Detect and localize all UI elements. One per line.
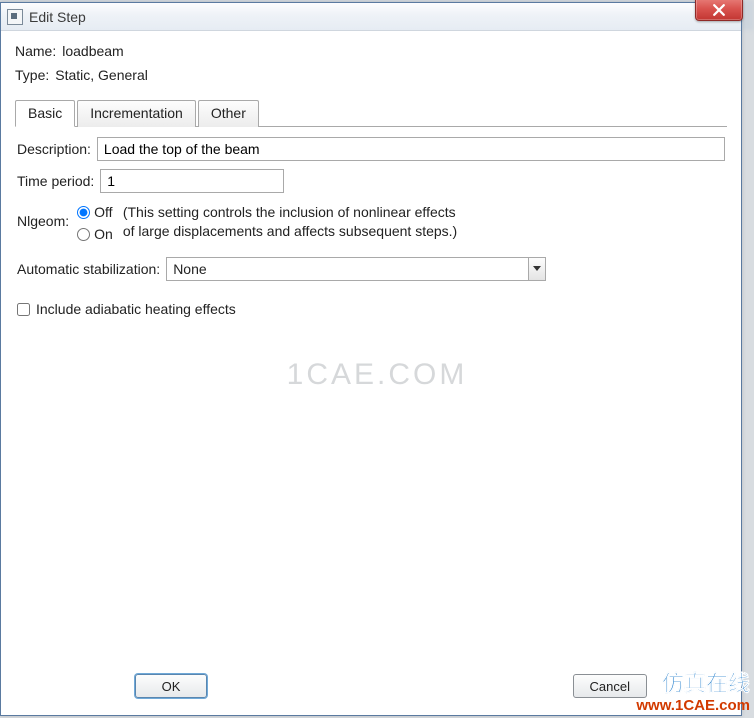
nlgeom-help-line2: of large displacements and affects subse…: [123, 222, 457, 241]
description-row: Description:: [17, 137, 725, 161]
nlgeom-on-radio[interactable]: [77, 228, 90, 241]
nlgeom-off-option[interactable]: Off: [77, 201, 113, 223]
tab-basic[interactable]: Basic: [15, 100, 75, 127]
description-label: Description:: [17, 141, 91, 157]
nlgeom-radio-group: Off On: [77, 201, 113, 245]
close-button[interactable]: [695, 0, 743, 21]
adiabatic-checkbox[interactable]: [17, 303, 30, 316]
adiabatic-label: Include adiabatic heating effects: [36, 301, 236, 317]
nlgeom-row: Nlgeom: Off On (This setting controls th…: [17, 201, 725, 245]
time-period-input[interactable]: [100, 169, 284, 193]
nlgeom-on-label: On: [94, 226, 113, 242]
adiabatic-row[interactable]: Include adiabatic heating effects: [17, 301, 725, 317]
cancel-button[interactable]: Cancel: [573, 674, 647, 698]
automatic-stabilization-select[interactable]: None: [166, 257, 546, 281]
dialog-content: Name: loadbeam Type: Static, General Bas…: [1, 31, 741, 715]
name-row: Name: loadbeam: [15, 43, 727, 59]
type-label: Type:: [15, 67, 49, 83]
titlebar[interactable]: Edit Step: [1, 3, 741, 31]
ok-button[interactable]: OK: [135, 674, 207, 698]
dropdown-button[interactable]: [528, 258, 545, 280]
edit-step-dialog: Edit Step Name: loadbeam Type: Static, G…: [0, 2, 742, 716]
nlgeom-help: (This setting controls the inclusion of …: [123, 201, 457, 241]
nlgeom-label: Nlgeom:: [17, 201, 69, 229]
time-period-label: Time period:: [17, 173, 94, 189]
type-value: Static, General: [55, 67, 148, 83]
chevron-down-icon: [533, 266, 541, 272]
nlgeom-off-label: Off: [94, 204, 112, 220]
automatic-stabilization-row: Automatic stabilization: None: [17, 257, 725, 281]
nlgeom-help-line1: (This setting controls the inclusion of …: [123, 203, 457, 222]
dialog-footer: OK Cancel: [15, 665, 727, 707]
tab-other[interactable]: Other: [198, 100, 259, 127]
tab-incrementation[interactable]: Incrementation: [77, 100, 196, 127]
close-icon: [713, 4, 725, 16]
description-input[interactable]: [97, 137, 725, 161]
nlgeom-off-radio[interactable]: [77, 206, 90, 219]
tab-panel-basic: Description: Time period: Nlgeom: Off On: [15, 127, 727, 665]
name-value: loadbeam: [62, 43, 124, 59]
time-period-row: Time period:: [17, 169, 725, 193]
name-label: Name:: [15, 43, 56, 59]
type-row: Type: Static, General: [15, 67, 727, 83]
tab-bar: Basic Incrementation Other: [15, 99, 727, 127]
automatic-stabilization-value: None: [167, 261, 528, 277]
app-icon: [7, 9, 23, 25]
nlgeom-on-option[interactable]: On: [77, 223, 113, 245]
automatic-stabilization-label: Automatic stabilization:: [17, 261, 160, 277]
window-title: Edit Step: [29, 9, 86, 25]
